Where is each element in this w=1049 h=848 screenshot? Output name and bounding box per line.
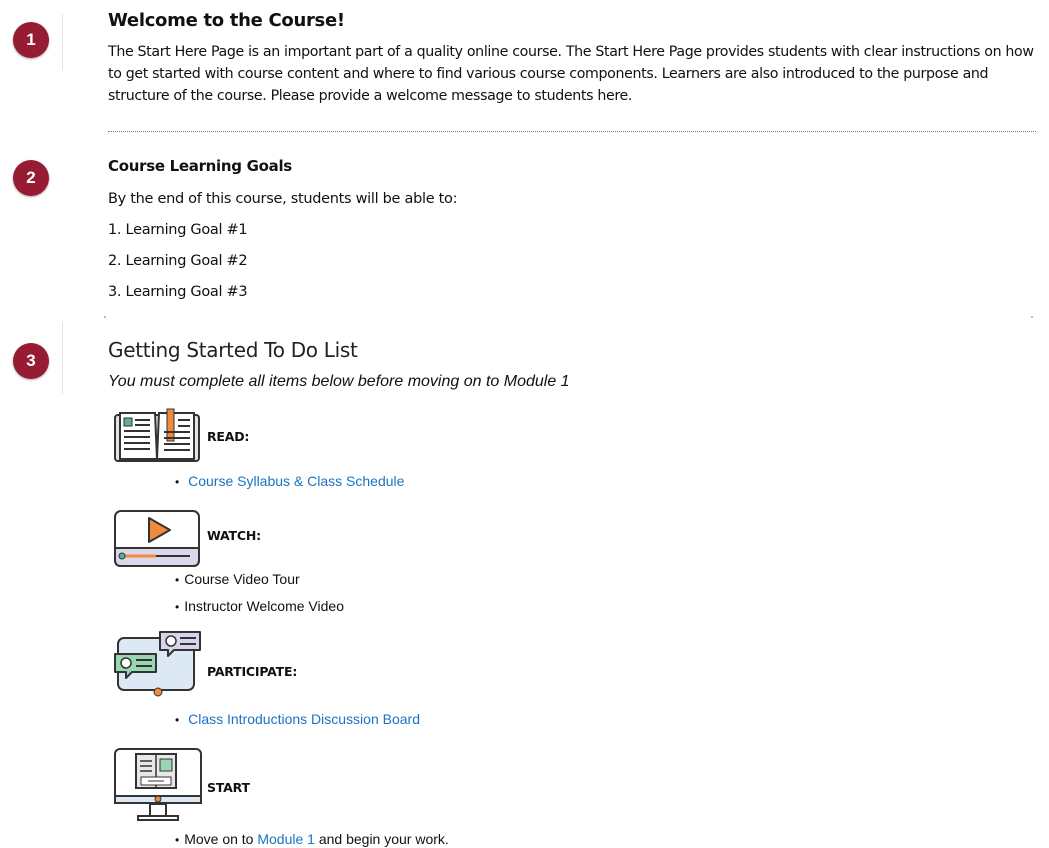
video-player-icon <box>114 510 200 567</box>
syllabus-link[interactable]: Course Syllabus & Class Schedule <box>188 473 404 489</box>
section-divider-3 <box>62 322 63 394</box>
start-label: START <box>207 780 250 795</box>
dotted-separator <box>108 131 1036 132</box>
step-badge-1: 1 <box>13 22 49 58</box>
learning-goal-2: 2. Learning Goal #2 <box>108 253 248 269</box>
open-book-icon <box>114 408 200 462</box>
learning-goals-intro: By the end of this course, students will… <box>108 191 458 207</box>
separator-dot-left <box>104 316 106 318</box>
start-suffix: and begin your work. <box>314 831 449 847</box>
start-prefix: Move on to <box>184 831 258 847</box>
todo-list-subtitle: You must complete all items below before… <box>108 373 570 390</box>
introductions-discussion-link[interactable]: Class Introductions Discussion Board <box>188 711 420 727</box>
learning-goal-1: 1. Learning Goal #1 <box>108 222 248 238</box>
section-divider-1 <box>62 14 63 70</box>
participate-list-item: Class Introductions Discussion Board <box>175 711 420 727</box>
participate-label: PARTICIPATE: <box>207 664 298 679</box>
separator-dot-right <box>1031 316 1033 318</box>
welcome-video-item: Instructor Welcome Video <box>175 598 344 614</box>
start-list-item: Move on to Module 1 and begin your work. <box>175 831 449 847</box>
learning-goal-3: 3. Learning Goal #3 <box>108 284 248 300</box>
welcome-title: Welcome to the Course! <box>108 10 345 31</box>
discussion-tablet-icon <box>114 631 201 697</box>
computer-monitor-icon <box>114 748 202 821</box>
welcome-paragraph: The Start Here Page is an important part… <box>108 44 1034 104</box>
learning-goals-title: Course Learning Goals <box>108 157 292 175</box>
video-tour-item: Course Video Tour <box>175 571 299 587</box>
watch-label: WATCH: <box>207 528 261 543</box>
step-badge-2: 2 <box>13 160 49 196</box>
todo-list-title: Getting Started To Do List <box>108 338 358 362</box>
step-badge-3: 3 <box>13 343 49 379</box>
read-label: READ: <box>207 429 250 444</box>
module-1-link[interactable]: Module 1 <box>257 831 315 847</box>
read-list-item: Course Syllabus & Class Schedule <box>175 473 404 489</box>
